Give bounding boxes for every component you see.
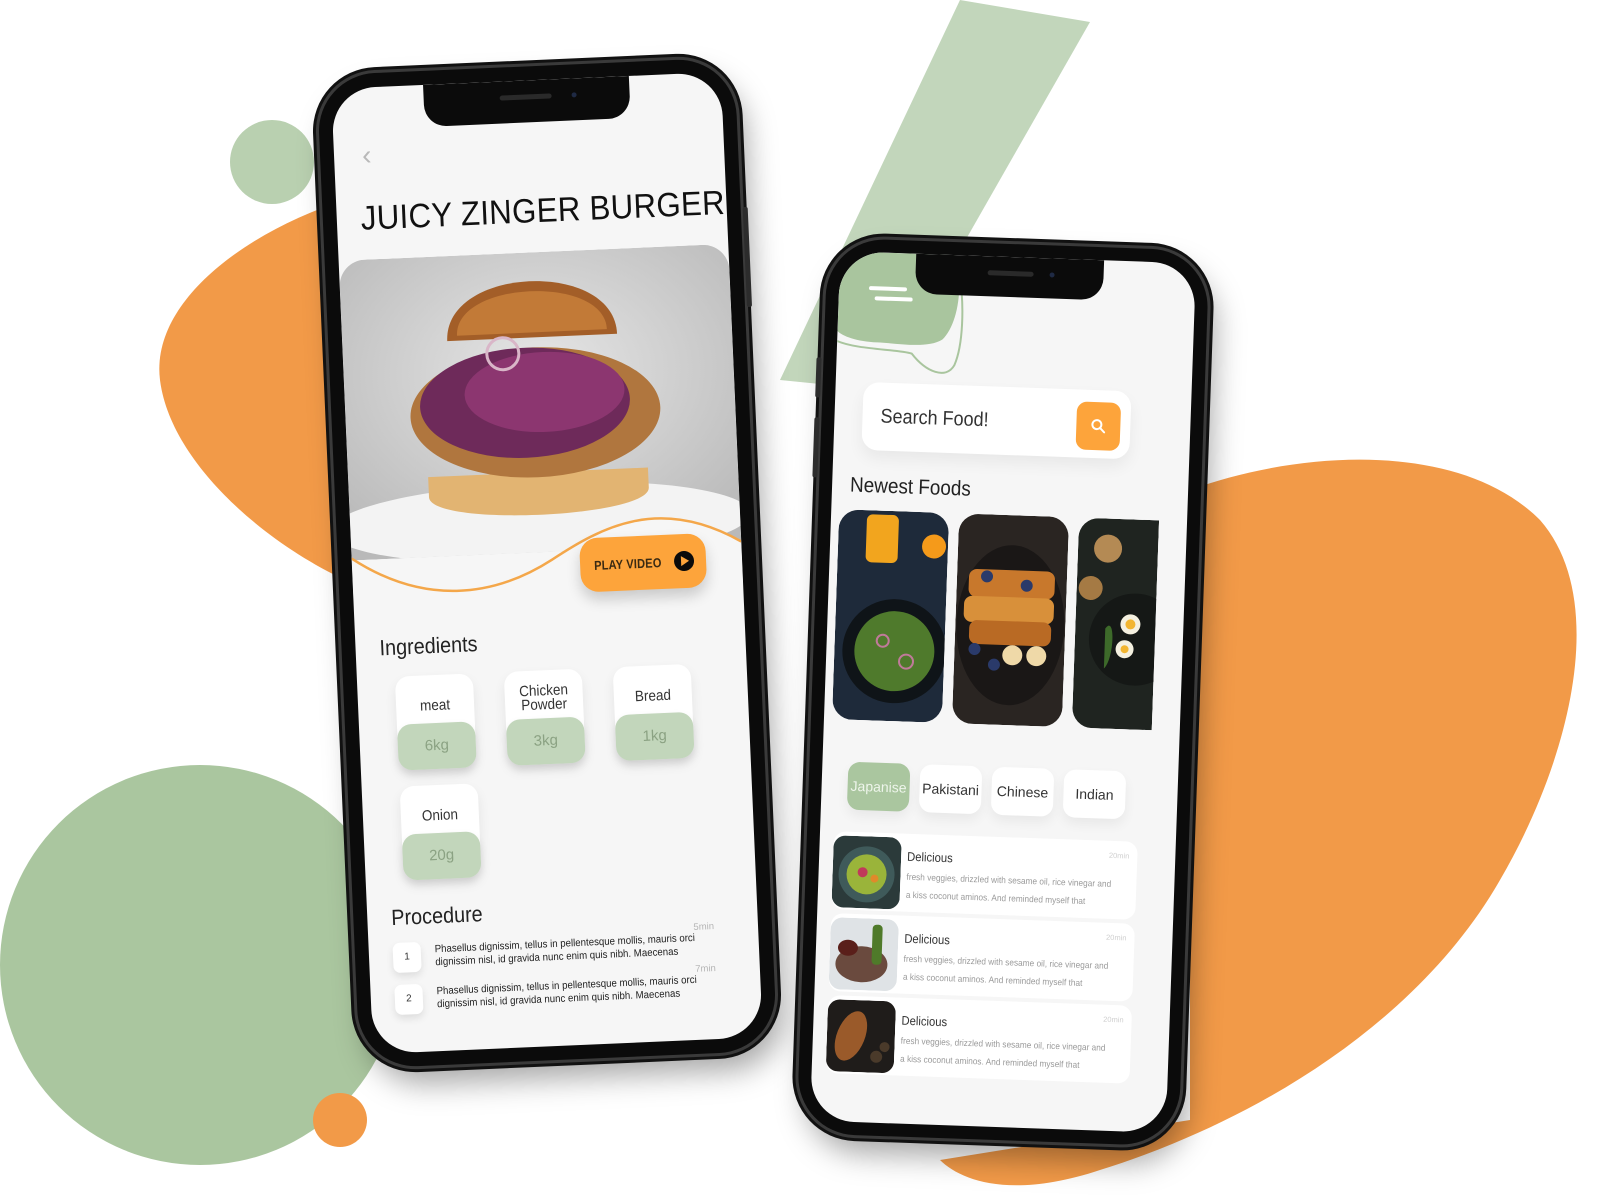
- phone-home: Newest Foods: [796, 237, 1210, 1147]
- ingredient-name: meat: [419, 696, 451, 715]
- recipe-list-item[interactable]: Delicious fresh veggies, drizzled with s…: [828, 913, 1135, 1002]
- recipe-title: JUICY ZINGER BURGER: [359, 183, 726, 238]
- ingredient-card[interactable]: meat 6kg: [394, 673, 477, 771]
- play-video-label: PLAY VIDEO: [593, 554, 662, 573]
- ingredient-name: Onion: [421, 806, 459, 825]
- search-icon: [1091, 419, 1106, 434]
- recipe-time: 20min: [1108, 850, 1130, 861]
- ingredient-name: Chicken Powder: [518, 681, 569, 715]
- recipe-thumbnail: [828, 917, 899, 992]
- orange-left-blob: [159, 200, 345, 580]
- hamburger-menu-icon[interactable]: [868, 282, 917, 306]
- ingredient-name: Bread: [634, 686, 672, 706]
- recipe-thumbnail: [825, 999, 897, 1074]
- step-text: Phasellus dignissim, tellus in pellentes…: [434, 931, 696, 969]
- search-input[interactable]: [880, 402, 1052, 437]
- recipe-list-item[interactable]: Delicious fresh veggies, drizzled with s…: [831, 831, 1138, 920]
- green-small-circle: [230, 120, 314, 204]
- step-text: Phasellus dignissim, tellus in pellentes…: [436, 973, 697, 1011]
- ingredient-qty: 20g: [401, 831, 482, 881]
- orange-small-circle: [313, 1093, 367, 1147]
- recipe-description: fresh veggies, drizzled with sesame oil,…: [899, 1035, 1106, 1070]
- recipe-time: 20min: [1103, 1014, 1124, 1025]
- category-tab-japanise[interactable]: Japanise: [846, 761, 911, 812]
- ingredient-qty: 3kg: [505, 716, 586, 766]
- recipe-screen: ‹ JUICY ZINGER BURGER PLAY VIDEO Ingredi…: [331, 71, 763, 1055]
- recipe-title: Delicious: [906, 849, 954, 866]
- chevron-left-icon[interactable]: ‹: [361, 139, 382, 170]
- step-number: 1: [392, 941, 422, 974]
- egg-plate-image: [1071, 517, 1160, 731]
- category-tab-pakistani[interactable]: Pakistani: [918, 764, 983, 815]
- recipe-title: Delicious: [904, 931, 951, 948]
- newest-foods-heading: Newest Foods: [849, 473, 972, 501]
- phone-notch: [423, 75, 631, 127]
- newest-food-card[interactable]: [951, 513, 1070, 728]
- recipe-time: 20min: [1105, 932, 1127, 943]
- newest-food-card[interactable]: [831, 509, 950, 723]
- salad-image: [831, 509, 950, 723]
- category-tab-chinese[interactable]: Chinese: [990, 766, 1055, 817]
- recipe-title: Delicious: [901, 1013, 948, 1030]
- french-toast-image: [951, 513, 1070, 728]
- recipe-list-item[interactable]: Delicious fresh veggies, drizzled with s…: [825, 995, 1133, 1084]
- ingredient-card[interactable]: Onion 20g: [399, 783, 482, 881]
- phone-recipe-detail: ‹ JUICY ZINGER BURGER PLAY VIDEO Ingredi…: [316, 57, 778, 1069]
- home-screen: Newest Foods: [809, 251, 1197, 1133]
- ingredient-card[interactable]: Bread 1kg: [612, 663, 695, 762]
- phone-notch: [914, 253, 1105, 301]
- play-video-button[interactable]: PLAY VIDEO: [578, 533, 708, 593]
- ingredient-qty: 6kg: [396, 721, 477, 771]
- step-time: 7min: [695, 963, 717, 975]
- newest-food-card[interactable]: [1071, 517, 1160, 731]
- ingredient-card[interactable]: Chicken Powder 3kg: [503, 668, 586, 766]
- ingredient-qty: 1kg: [614, 711, 695, 762]
- step-number: 2: [394, 983, 424, 1016]
- category-tab-indian[interactable]: Indian: [1062, 769, 1127, 820]
- recipe-description: fresh veggies, drizzled with sesame oil,…: [905, 871, 1112, 906]
- step-time: 5min: [693, 921, 715, 933]
- play-circle-icon: [673, 550, 695, 572]
- search-bar: [861, 381, 1132, 460]
- ingredients-heading: Ingredients: [378, 631, 478, 661]
- search-button[interactable]: [1075, 401, 1122, 451]
- procedure-heading: Procedure: [390, 901, 484, 931]
- recipe-thumbnail: [831, 835, 902, 910]
- recipe-description: fresh veggies, drizzled with sesame oil,…: [902, 953, 1109, 988]
